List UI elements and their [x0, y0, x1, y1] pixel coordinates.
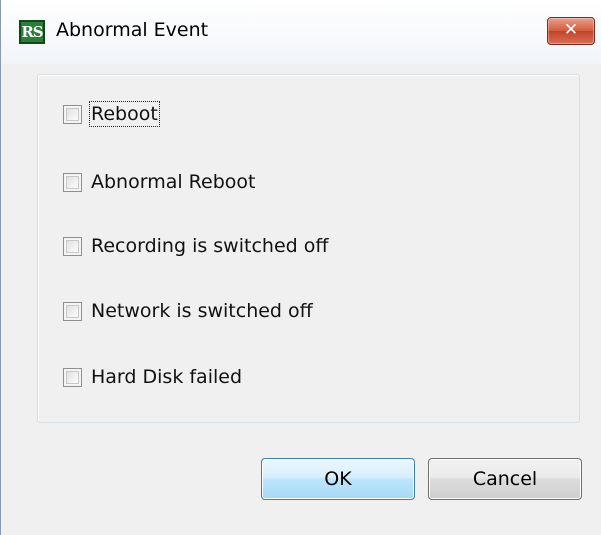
option-label[interactable]: Abnormal Reboot — [90, 170, 256, 194]
cancel-button[interactable]: Cancel — [428, 458, 582, 500]
option-label[interactable]: Hard Disk failed — [90, 365, 243, 389]
option-abnormal-reboot[interactable]: Abnormal Reboot — [63, 168, 256, 196]
ok-button[interactable]: OK — [261, 458, 415, 500]
option-recording-off[interactable]: Recording is switched off — [63, 232, 329, 260]
option-label[interactable]: Recording is switched off — [90, 234, 329, 258]
option-reboot[interactable]: Reboot — [63, 100, 160, 128]
option-label[interactable]: Reboot — [89, 101, 160, 127]
close-icon: ✕ — [563, 20, 579, 40]
close-button[interactable]: ✕ — [547, 17, 595, 45]
hard-disk-failed-checkbox[interactable] — [63, 367, 82, 387]
title-bar[interactable]: RS Abnormal Event ✕ — [1, 0, 601, 64]
abnormal-event-dialog: RS Abnormal Event ✕ Reboot Abnormal Rebo… — [0, 0, 601, 535]
option-hard-disk-failed[interactable]: Hard Disk failed — [63, 363, 243, 391]
recording-off-checkbox[interactable] — [63, 236, 82, 256]
reboot-checkbox[interactable] — [63, 104, 82, 124]
option-label[interactable]: Network is switched off — [90, 299, 314, 323]
option-network-off[interactable]: Network is switched off — [63, 297, 314, 325]
window-title: Abnormal Event — [56, 19, 209, 41]
app-icon: RS — [19, 20, 45, 44]
abnormal-reboot-checkbox[interactable] — [63, 172, 82, 192]
network-off-checkbox[interactable] — [63, 301, 82, 321]
